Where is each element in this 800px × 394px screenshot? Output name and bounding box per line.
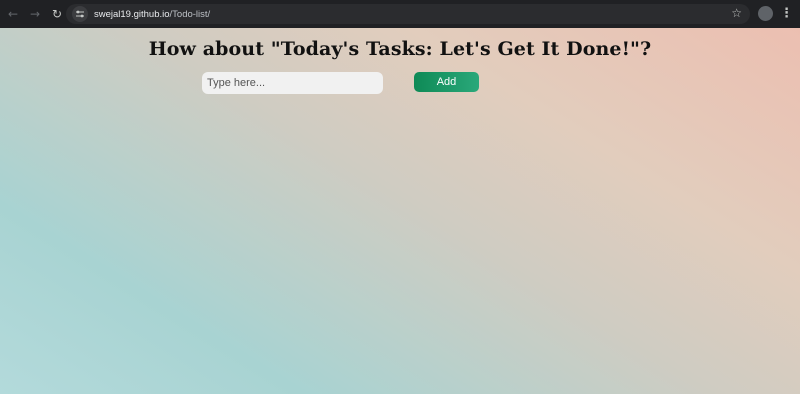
profile-avatar[interactable] [758, 6, 773, 21]
tune-icon [76, 10, 84, 18]
site-info-icon[interactable] [72, 6, 88, 22]
task-input[interactable] [202, 72, 383, 94]
more-menu-icon[interactable]: ⋮ [780, 5, 793, 23]
add-button[interactable]: Add [414, 72, 479, 92]
url-path: /Todo-list/ [169, 8, 211, 20]
url-text[interactable]: swejal19.github.io/Todo-list/ [94, 9, 210, 20]
reload-icon[interactable]: ↻ [46, 3, 68, 25]
todo-page: How about "Today's Tasks: Let's Get It D… [0, 28, 800, 394]
browser-toolbar: ← → ↻ swejal19.github.io/Todo-list/ ☆ ⋮ [0, 0, 800, 28]
address-bar[interactable]: swejal19.github.io/Todo-list/ ☆ [66, 4, 750, 24]
forward-arrow-icon[interactable]: → [24, 3, 46, 25]
bookmark-star-icon[interactable]: ☆ [731, 6, 742, 20]
url-host: swejal19.github.io [94, 8, 170, 20]
page-title: How about "Today's Tasks: Let's Get It D… [148, 38, 652, 60]
back-arrow-icon[interactable]: ← [2, 3, 24, 25]
